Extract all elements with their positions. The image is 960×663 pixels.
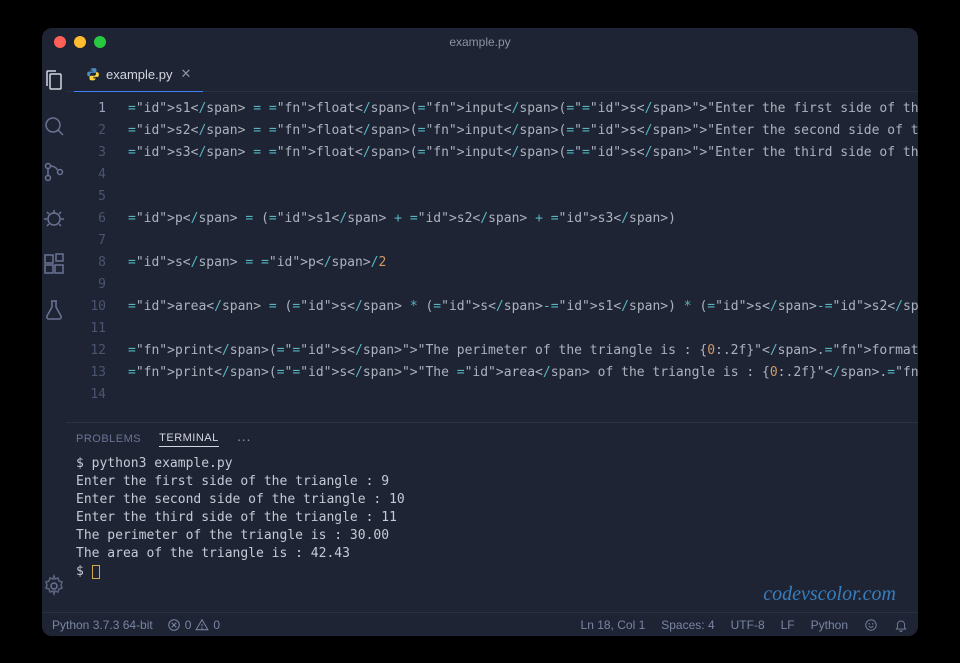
minimize-window-button[interactable] <box>74 36 86 48</box>
extensions-icon[interactable] <box>42 252 66 276</box>
beaker-icon[interactable] <box>42 298 66 322</box>
tab-example-py[interactable]: example.py ✕ <box>74 57 203 92</box>
panel-tabs: PROBLEMS TERMINAL ··· 1: bash <box>66 423 918 455</box>
status-problems[interactable]: 0 0 <box>167 618 220 632</box>
status-language[interactable]: Python <box>811 618 848 632</box>
panel-tab-problems[interactable]: PROBLEMS <box>76 433 141 445</box>
status-spaces[interactable]: Spaces: 4 <box>661 618 714 632</box>
tabs-row: example.py ✕ ··· <box>66 56 918 92</box>
editor[interactable]: 1234567891011121314 ="id">s1</span> = ="… <box>66 92 918 422</box>
line-numbers: 1234567891011121314 <box>66 92 120 422</box>
close-tab-icon[interactable]: ✕ <box>180 66 191 82</box>
status-feedback-icon[interactable] <box>864 618 878 632</box>
maximize-window-button[interactable] <box>94 36 106 48</box>
panel-more-icon[interactable]: ··· <box>237 431 251 447</box>
titlebar: example.py <box>42 28 918 56</box>
search-icon[interactable] <box>42 114 66 138</box>
explorer-icon[interactable] <box>42 68 66 92</box>
vscode-window: example.py <box>42 28 918 636</box>
main-area: example.py ✕ ··· 1234567891011121314 ="i… <box>42 56 918 612</box>
code-area[interactable]: ="id">s1</span> = ="fn">float</span>(="f… <box>120 92 918 422</box>
source-control-icon[interactable] <box>42 160 66 184</box>
close-window-button[interactable] <box>54 36 66 48</box>
watermark: codevscolor.com <box>763 583 896 606</box>
settings-gear-icon[interactable] <box>42 574 66 598</box>
status-python-version[interactable]: Python 3.7.3 64-bit <box>52 618 153 632</box>
tab-filename: example.py <box>106 67 172 82</box>
activity-bar <box>42 56 66 612</box>
status-bar: Python 3.7.3 64-bit 0 0 Ln 18, Col 1 Spa… <box>42 612 918 636</box>
status-encoding[interactable]: UTF-8 <box>731 618 765 632</box>
status-cursor[interactable]: Ln 18, Col 1 <box>581 618 646 632</box>
traffic-lights <box>54 36 106 48</box>
python-file-icon <box>86 67 100 81</box>
debug-icon[interactable] <box>42 206 66 230</box>
status-bell-icon[interactable] <box>894 618 908 632</box>
status-eol[interactable]: LF <box>781 618 795 632</box>
panel-tab-terminal[interactable]: TERMINAL <box>159 432 219 447</box>
window-title: example.py <box>449 35 510 49</box>
editor-content: example.py ✕ ··· 1234567891011121314 ="i… <box>66 56 918 612</box>
